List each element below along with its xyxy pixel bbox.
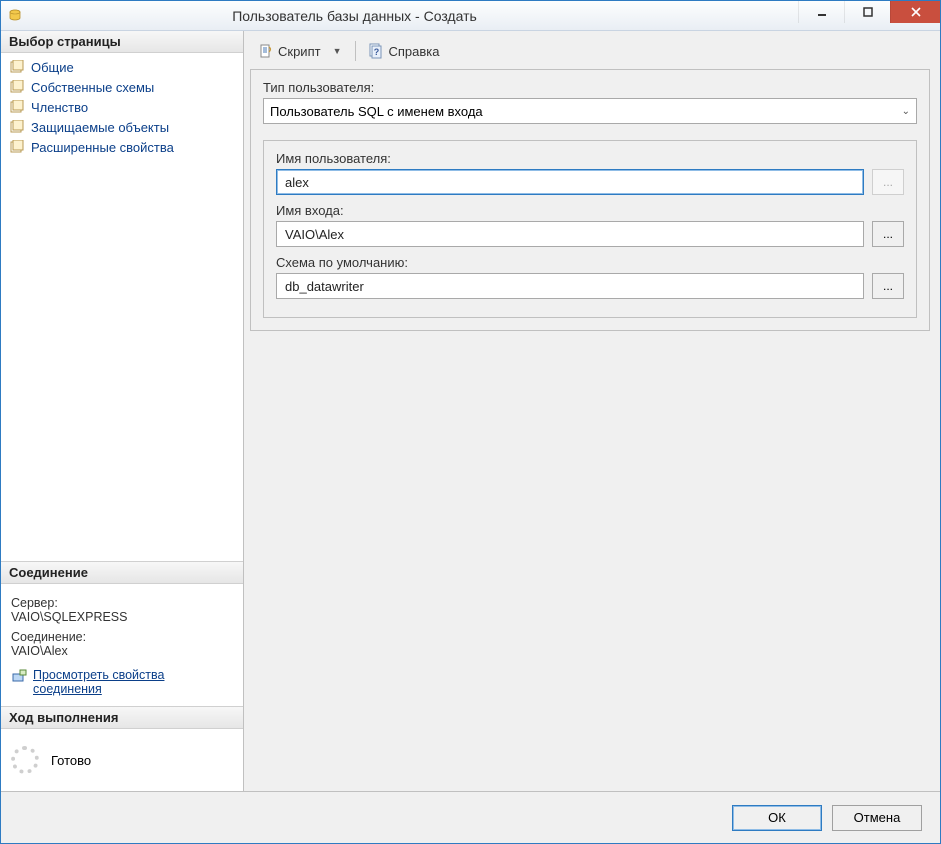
window-controls: [798, 1, 940, 30]
chevron-down-icon: ⌄: [902, 106, 910, 117]
default-schema-input[interactable]: db_datawriter: [276, 273, 864, 299]
page-icon: [9, 119, 25, 135]
page-selector-header: Выбор страницы: [1, 31, 243, 53]
login-label: Имя входа:: [276, 203, 904, 218]
user-type-select[interactable]: Пользователь SQL с именем входа ⌄: [263, 98, 917, 124]
connection-section: Соединение Сервер: VAIO\SQLEXPRESS Соеди…: [1, 561, 243, 706]
main-panel: Скрипт ▼ ? Справка Тип пользов: [244, 31, 940, 791]
sidebar-spacer: [1, 161, 243, 561]
connection-label: Соединение:: [11, 630, 233, 644]
page-item-securables[interactable]: Защищаемые объекты: [1, 117, 243, 137]
view-connection-properties-link[interactable]: Просмотреть свойства соединения: [33, 668, 233, 696]
help-label: Справка: [388, 44, 439, 59]
progress-header: Ход выполнения: [1, 706, 243, 729]
ok-button[interactable]: ОК: [732, 805, 822, 831]
connection-header: Соединение: [1, 561, 243, 584]
username-input[interactable]: alex: [276, 169, 864, 195]
dialog-window: Пользователь базы данных - Создать Выбор…: [0, 0, 941, 844]
login-browse-button[interactable]: ...: [872, 221, 904, 247]
progress-section: Ход выполнения Готово: [1, 706, 243, 791]
progress-body: Готово: [1, 729, 243, 791]
page-item-label: Защищаемые объекты: [31, 120, 169, 135]
page-item-extended-properties[interactable]: Расширенные свойства: [1, 137, 243, 157]
dialog-footer: ОК Отмена: [1, 791, 940, 843]
server-label: Сервер:: [11, 596, 233, 610]
default-schema-browse-button[interactable]: ...: [872, 273, 904, 299]
help-button[interactable]: ? Справка: [364, 41, 443, 61]
page-icon: [9, 139, 25, 155]
toolbar: Скрипт ▼ ? Справка: [250, 37, 930, 69]
page-list: Общие Собственные схемы Членство: [1, 53, 243, 161]
minimize-button[interactable]: [798, 1, 844, 23]
login-value: VAIO\Alex: [285, 227, 344, 242]
default-schema-label: Схема по умолчанию:: [276, 255, 904, 270]
dialog-body: Выбор страницы Общие Собственные схемы: [1, 31, 940, 791]
page-icon: [9, 99, 25, 115]
page-icon: [9, 59, 25, 75]
progress-spinner-icon: [11, 746, 39, 774]
help-icon: ?: [368, 43, 384, 59]
page-selector-section: Выбор страницы Общие Собственные схемы: [1, 31, 243, 161]
close-button[interactable]: [890, 1, 940, 23]
page-item-owned-schemas[interactable]: Собственные схемы: [1, 77, 243, 97]
progress-status: Готово: [51, 753, 91, 768]
page-item-label: Собственные схемы: [31, 80, 154, 95]
script-dropdown-arrow[interactable]: ▼: [331, 46, 348, 56]
connection-properties-icon: [11, 668, 27, 684]
user-type-value: Пользователь SQL с именем входа: [270, 104, 483, 119]
inner-fieldset: Имя пользователя: alex ... Имя входа: VA…: [263, 140, 917, 318]
toolbar-separator: [355, 41, 356, 61]
page-item-general[interactable]: Общие: [1, 57, 243, 77]
username-label: Имя пользователя:: [276, 151, 904, 166]
maximize-button[interactable]: [844, 1, 890, 23]
page-icon: [9, 79, 25, 95]
script-label: Скрипт: [278, 44, 321, 59]
login-input[interactable]: VAIO\Alex: [276, 221, 864, 247]
script-button[interactable]: Скрипт: [254, 41, 325, 61]
username-browse-button: ...: [872, 169, 904, 195]
server-value: VAIO\SQLEXPRESS: [11, 610, 233, 624]
page-item-membership[interactable]: Членство: [1, 97, 243, 117]
script-icon: [258, 43, 274, 59]
svg-text:?: ?: [374, 47, 380, 57]
titlebar: Пользователь базы данных - Создать: [1, 1, 940, 31]
connection-body: Сервер: VAIO\SQLEXPRESS Соединение: VAIO…: [1, 584, 243, 706]
sidebar: Выбор страницы Общие Собственные схемы: [1, 31, 244, 791]
main-fieldset: Тип пользователя: Пользователь SQL с име…: [250, 69, 930, 331]
page-item-label: Членство: [31, 100, 88, 115]
page-item-label: Расширенные свойства: [31, 140, 174, 155]
default-schema-value: db_datawriter: [285, 279, 364, 294]
connection-value: VAIO\Alex: [11, 644, 233, 658]
cancel-button[interactable]: Отмена: [832, 805, 922, 831]
user-type-label: Тип пользователя:: [263, 80, 917, 95]
window-title: Пользователь базы данных - Создать: [31, 8, 678, 24]
username-value: alex: [285, 175, 309, 190]
page-item-label: Общие: [31, 60, 74, 75]
app-icon: [7, 8, 23, 24]
